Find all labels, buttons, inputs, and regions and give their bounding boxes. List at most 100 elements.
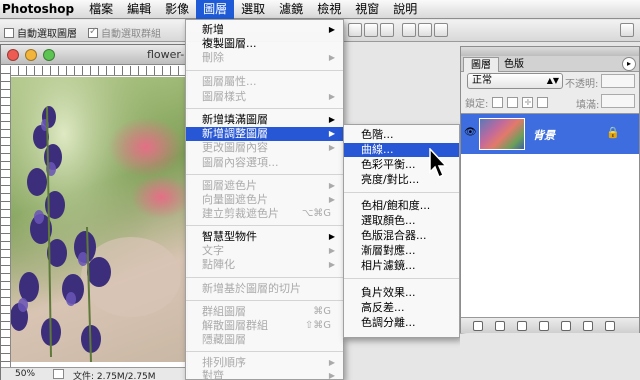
zoom-icon[interactable] <box>43 49 55 61</box>
submenu-arrow-icon: ▶ <box>328 260 335 269</box>
menu-item-new-fill-layer[interactable]: 新增填滿圖層 ▶ <box>186 113 343 127</box>
new-group-icon[interactable] <box>561 321 571 331</box>
adjustment-layer-icon[interactable] <box>539 321 549 331</box>
align-left-icon[interactable] <box>402 23 416 37</box>
submenu-arrow-icon: ▶ <box>328 181 335 190</box>
submenu-item-gradient-map[interactable]: 漸層對應... <box>344 244 459 258</box>
menu-item-type[interactable]: 文字 ▶ <box>186 244 343 258</box>
submenu-item-threshold[interactable]: 高反差... <box>344 301 459 315</box>
submenu-item-channel-mixer[interactable]: 色版混合器... <box>344 229 459 243</box>
image-canvas[interactable] <box>11 77 187 362</box>
submenu-item-invert[interactable]: 負片效果... <box>344 286 459 300</box>
menu-window[interactable]: 視窗 <box>348 0 386 19</box>
menu-item-ungroup-layers[interactable]: 解散圖層群組 ⇧⌘G <box>186 319 343 333</box>
menu-item-label: 排列順序 <box>202 356 246 369</box>
fill-input[interactable] <box>601 94 635 108</box>
menu-item-label: 隱藏圖層 <box>202 333 246 346</box>
menu-item-delete[interactable]: 刪除 ▶ <box>186 51 343 65</box>
submenu-item-posterize[interactable]: 色調分離... <box>344 316 459 330</box>
submenu-arrow-icon: ▶ <box>328 129 335 138</box>
menu-item-label: 更改圖層內容 <box>202 141 268 154</box>
menu-item-smart-objects[interactable]: 智慧型物件 ▶ <box>186 230 343 244</box>
workspace-background <box>460 334 640 380</box>
link-layers-icon[interactable] <box>473 321 483 331</box>
blend-mode-select[interactable]: 正常 ▲▼ <box>467 73 563 89</box>
menu-filter[interactable]: 濾鏡 <box>272 0 310 19</box>
panel-grip[interactable] <box>461 47 639 56</box>
submenu-item-selective-color[interactable]: 選取顏色... <box>344 214 459 228</box>
align-right-icon[interactable] <box>434 23 448 37</box>
layer-style-icon[interactable] <box>495 321 505 331</box>
menu-item-layer-properties[interactable]: 圖層屬性... <box>186 75 343 89</box>
status-menu-icon[interactable] <box>53 369 64 379</box>
lock-image-icon[interactable] <box>507 97 519 108</box>
auto-select-group-label: 自動選取群組 <box>101 29 161 40</box>
menu-help[interactable]: 說明 <box>386 0 424 19</box>
menu-item-align[interactable]: 對齊 ▶ <box>186 369 343 380</box>
menu-item-rasterize[interactable]: 點陣化 ▶ <box>186 258 343 272</box>
add-mask-icon[interactable] <box>517 321 527 331</box>
menu-item-hide-layers[interactable]: 隱藏圖層 <box>186 333 343 347</box>
menu-item-duplicate-layer[interactable]: 複製圖層... <box>186 37 343 51</box>
zoom-level[interactable]: 50% <box>15 369 35 379</box>
menu-item-layer-mask[interactable]: 圖層遮色片 ▶ <box>186 179 343 193</box>
app-menu[interactable]: Photoshop <box>0 2 82 16</box>
submenu-arrow-icon: ▶ <box>328 143 335 152</box>
menu-view[interactable]: 檢視 <box>310 0 348 19</box>
lock-all-icon[interactable] <box>537 97 549 108</box>
blend-mode-value: 正常 <box>472 75 492 86</box>
menu-layer[interactable]: 圖層 <box>196 0 235 19</box>
menu-edit[interactable]: 編輯 <box>120 0 158 19</box>
eye-icon[interactable]: 👁 <box>464 127 477 138</box>
auto-select-layer-checkbox[interactable]: 自動選取圖層 <box>4 25 77 40</box>
menu-item-new[interactable]: 新增 ▶ <box>186 23 343 37</box>
menu-item-create-clipping-mask[interactable]: 建立剪裁遮色片 ⌥⌘G <box>186 207 343 221</box>
document-window: flower- 50% 文件: 2.75M/2.75M <box>0 44 188 380</box>
menu-item-label: 群組圖層 <box>202 305 246 318</box>
distribute-icon[interactable] <box>620 23 634 37</box>
new-layer-icon[interactable] <box>583 321 593 331</box>
menu-item-new-adjustment-layer[interactable]: 新增調整圖層 ▶ <box>186 127 343 141</box>
document-title: flower- <box>147 48 185 61</box>
align-vcenter-icon[interactable] <box>364 23 378 37</box>
auto-select-group-checkbox[interactable]: 自動選取群組 <box>88 25 161 40</box>
align-top-icon[interactable] <box>348 23 362 37</box>
submenu-item-hue-saturation[interactable]: 色相/飽和度... <box>344 199 459 213</box>
close-icon[interactable] <box>7 49 19 61</box>
layer-row-background[interactable]: 👁 背景 🔒 <box>461 114 639 154</box>
minimize-icon[interactable] <box>25 49 37 61</box>
submenu-item-photo-filter[interactable]: 相片濾鏡... <box>344 259 459 273</box>
menu-item-vector-mask[interactable]: 向量圖遮色片 ▶ <box>186 193 343 207</box>
tab-channels[interactable]: 色版 <box>497 57 531 72</box>
submenu-arrow-icon: ▶ <box>328 115 335 124</box>
lock-transparency-icon[interactable] <box>492 97 504 108</box>
auto-select-layer-label: 自動選取圖層 <box>17 29 77 40</box>
menu-item-label: 圖層遮色片 <box>202 179 257 192</box>
submenu-item-levels[interactable]: 色階... <box>344 128 459 142</box>
align-hcenter-icon[interactable] <box>418 23 432 37</box>
menu-image[interactable]: 影像 <box>158 0 196 19</box>
panel-menu-icon[interactable]: ▸ <box>622 57 636 71</box>
panel-bottom-bar <box>461 317 639 333</box>
tab-layers[interactable]: 圖層 <box>463 57 499 72</box>
menu-item-label: 刪除 <box>202 51 224 64</box>
menu-item-layer-style[interactable]: 圖層樣式 ▶ <box>186 90 343 104</box>
ruler-horizontal[interactable] <box>11 66 187 76</box>
menu-item-change-layer-content[interactable]: 更改圖層內容 ▶ <box>186 141 343 155</box>
ruler-vertical[interactable] <box>1 66 11 370</box>
menu-item-label: 圖層內容選項... <box>202 156 279 169</box>
menu-item-label: 圖層樣式 <box>202 90 246 103</box>
menu-select[interactable]: 選取 <box>234 0 272 19</box>
menu-file[interactable]: 檔案 <box>82 0 120 19</box>
align-bottom-icon[interactable] <box>380 23 394 37</box>
menu-item-arrange[interactable]: 排列順序 ▶ <box>186 356 343 370</box>
lock-position-icon[interactable]: ✛ <box>522 97 534 108</box>
menu-item-group-layers[interactable]: 群組圖層 ⌘G <box>186 305 343 319</box>
status-bar: 50% 文件: 2.75M/2.75M <box>1 367 187 380</box>
menu-shortcut: ⌥⌘G <box>301 208 331 219</box>
menu-separator <box>186 108 343 109</box>
menu-item-layer-content-options[interactable]: 圖層內容選項... <box>186 156 343 170</box>
trash-icon[interactable] <box>605 321 615 331</box>
menu-item-new-layer-based-slice[interactable]: 新增基於圖層的切片 <box>186 282 343 296</box>
opacity-input[interactable] <box>601 74 635 88</box>
